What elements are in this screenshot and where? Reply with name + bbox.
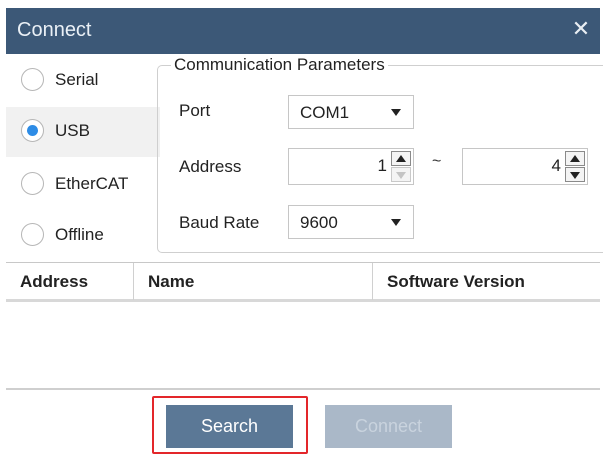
device-table-header: Address Name Software Version [6,262,600,302]
address-label: Address [179,157,242,176]
chevron-down-icon [391,219,401,226]
increment-arrow-icon[interactable] [565,151,585,166]
radio-serial-label: Serial [55,70,99,89]
address-to-stepper[interactable]: 4 [462,148,588,185]
radio-offline[interactable]: Offline [6,211,160,261]
decrement-arrow-icon[interactable] [391,167,411,182]
search-button-highlight [152,396,308,454]
close-icon[interactable]: ✕ [570,17,592,41]
port-label: Port [179,101,211,120]
chevron-down-icon [391,109,401,116]
increment-arrow-icon[interactable] [391,151,411,166]
baud-rate-label: Baud Rate [179,213,260,232]
radio-ethercat[interactable]: EtherCAT [6,160,160,210]
column-divider[interactable] [372,263,373,300]
radio-button-icon[interactable] [21,68,44,91]
column-header-software-version[interactable]: Software Version [387,272,525,292]
divider [6,388,600,390]
address-from-stepper[interactable]: 1 [288,148,414,185]
baud-rate-select[interactable]: 9600 [288,205,414,239]
connect-button: Connect [325,405,452,448]
radio-button-icon[interactable] [21,172,44,195]
port-select[interactable]: COM1 [288,95,414,129]
radio-usb-label: USB [55,121,90,140]
address-range-separator: ~ [432,153,442,170]
radio-button-checked-icon[interactable] [21,119,44,142]
column-header-address[interactable]: Address [20,272,88,292]
device-table-body [6,302,600,388]
decrement-arrow-icon[interactable] [565,167,585,182]
address-from-value[interactable]: 1 [378,156,387,176]
port-value: COM1 [300,103,350,122]
radio-button-icon[interactable] [21,223,44,246]
radio-ethercat-label: EtherCAT [55,174,129,193]
radio-usb[interactable]: USB [6,107,160,157]
column-header-name[interactable]: Name [148,272,194,292]
column-divider[interactable] [133,263,134,300]
group-title: Communication Parameters [171,55,388,75]
baud-rate-value: 9600 [300,213,338,232]
radio-serial[interactable]: Serial [6,56,160,106]
title-bar: Connect ✕ [6,8,600,54]
radio-offline-label: Offline [55,225,104,244]
dialog-title: Connect [17,19,92,41]
address-to-value[interactable]: 4 [552,156,561,176]
